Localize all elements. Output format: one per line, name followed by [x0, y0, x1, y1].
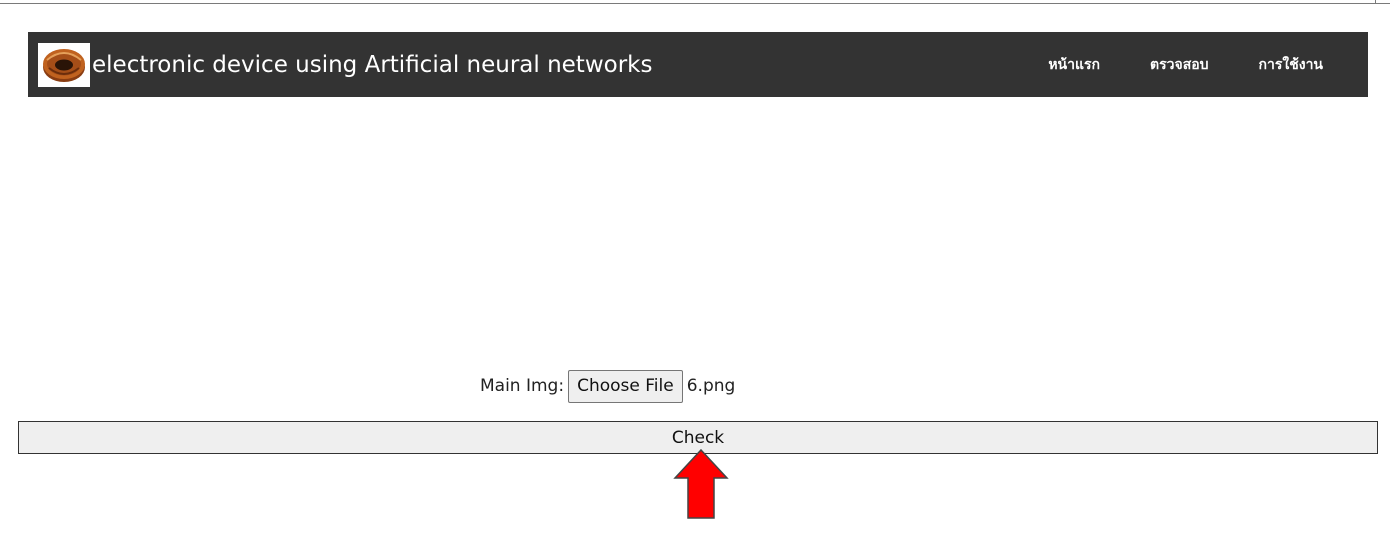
red-up-arrow-icon — [673, 448, 729, 519]
selected-file-name: 6.png — [686, 376, 736, 396]
nav-menu: หน้าแรก ตรวจสอบ การใช้งาน — [1023, 32, 1368, 97]
nav-item-home[interactable]: หน้าแรก — [1023, 32, 1125, 97]
top-divider-tick — [1375, 0, 1376, 4]
top-divider — [0, 3, 1390, 4]
toroidal-inductor-icon — [38, 42, 90, 87]
nav-item-usage[interactable]: การใช้งาน — [1234, 32, 1348, 97]
brand[interactable]: electronic device using Artificial neura… — [28, 32, 652, 97]
upload-row: Main Img: Choose File 6.png — [0, 369, 1390, 403]
main-img-label: Main Img: — [480, 376, 565, 396]
brand-title: electronic device using Artificial neura… — [92, 51, 653, 78]
navbar: electronic device using Artificial neura… — [28, 32, 1368, 97]
file-input-group: Main Img: Choose File 6.png — [480, 369, 736, 403]
nav-item-check[interactable]: ตรวจสอบ — [1125, 32, 1234, 97]
choose-file-button[interactable]: Choose File — [568, 369, 683, 403]
